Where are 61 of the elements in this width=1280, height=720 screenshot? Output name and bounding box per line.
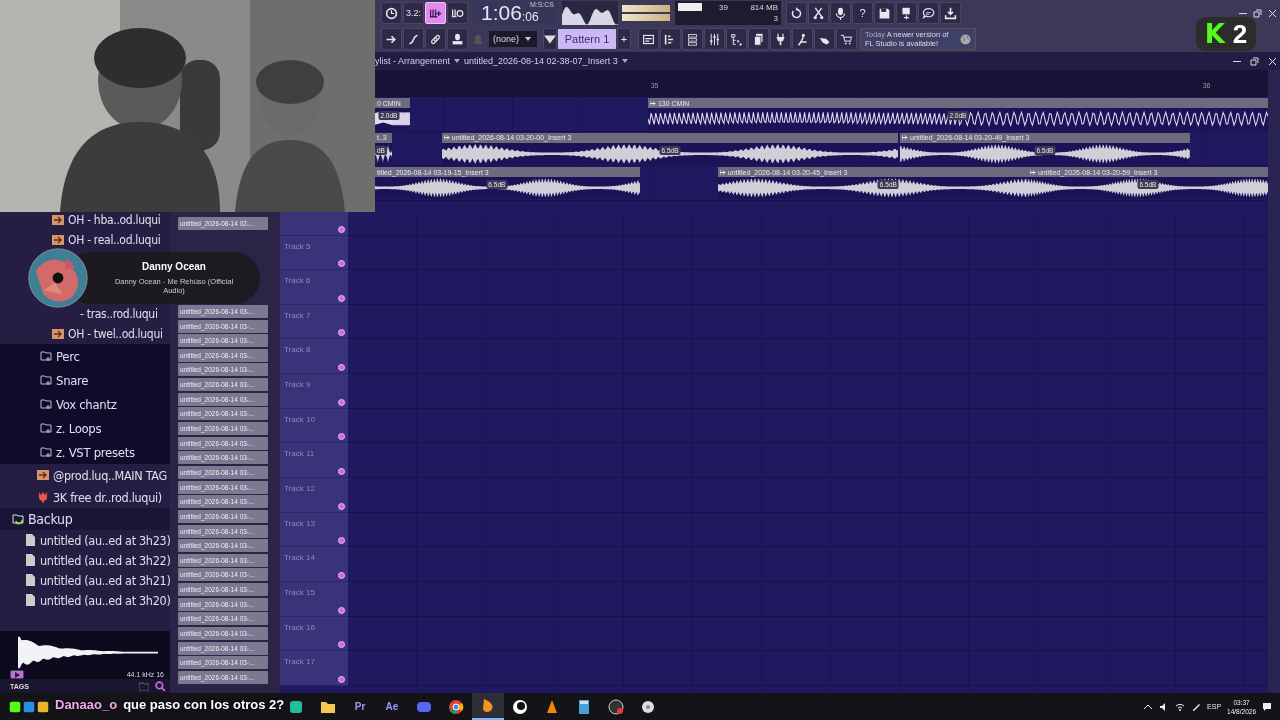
add-pattern-button[interactable]: + [617, 28, 631, 50]
artist-name: Danny Ocean [142, 261, 206, 272]
track-header[interactable]: Track 15 [280, 581, 348, 617]
track-header[interactable]: Track 9 [280, 374, 348, 409]
track-header[interactable]: Track 5 [280, 235, 348, 271]
time-fraction: :06 [521, 10, 539, 24]
toolbar-button[interactable]: ? [852, 2, 873, 24]
track-header[interactable]: Track 10 [280, 408, 348, 444]
file-name[interactable]: OH - twel..od.luqui [68, 327, 163, 341]
memory-value: 814 MB [749, 3, 778, 12]
folder-name[interactable]: z. Loops [56, 420, 102, 436]
track-name: Track 17 [284, 657, 315, 667]
track-name: Track 14 [284, 553, 315, 563]
track-name: Track 13 [284, 518, 315, 528]
mode-button[interactable]: 3.2: [403, 2, 424, 24]
viewer-count: 2 [1232, 18, 1248, 50]
cpu-value: 39 [719, 3, 728, 12]
track-name: Track 16 [284, 622, 315, 632]
file-name[interactable]: 3K free dr..rod.luqui) [53, 489, 162, 505]
track-header[interactable]: Track 16 [280, 616, 348, 652]
track-name: Track 9 [284, 380, 311, 390]
track-name: Track 5 [284, 241, 311, 251]
pattern-selector[interactable]: Pattern 1 [558, 29, 616, 49]
file-name[interactable]: OH - real..od.luqui [68, 233, 161, 247]
logo-letter: K [1204, 19, 1225, 49]
taskbar-button[interactable]: Ae [376, 693, 408, 720]
track-name: Track 7 [284, 310, 311, 320]
window-title: ylist - Arrangement [375, 56, 451, 66]
file-name[interactable]: untitled (au..ed at 3h21) [40, 572, 171, 588]
file-name[interactable]: OH - hba..od.luqui [68, 213, 161, 227]
file-name[interactable]: untitled (au..ed at 3h23) [40, 532, 171, 548]
track-header[interactable]: Track 6 [280, 270, 348, 305]
folder-name[interactable]: Backup [28, 511, 73, 527]
track-name: Track 10 [284, 414, 315, 424]
track-header[interactable]: Track 14 [280, 547, 348, 582]
track-header[interactable]: Track 17 [280, 651, 348, 686]
time-value: 1:06 [481, 2, 522, 24]
file-name[interactable]: untitled (au..ed at 3h22) [40, 552, 171, 568]
track-header[interactable]: Track 11 [280, 443, 348, 479]
taskbar-button[interactable]: Pr [344, 693, 376, 720]
file-name[interactable]: @prod.luq..MAIN TAG [53, 467, 167, 483]
track-name: Track 11 [284, 449, 315, 459]
track-header[interactable]: Track 8 [280, 339, 348, 375]
pattern-name[interactable]: untitled_2026-08-14 02-38-07_Insert 3 [464, 56, 618, 66]
track-header[interactable]: Track 12 [280, 478, 348, 513]
folder-name[interactable]: Perc [56, 348, 80, 364]
polyphony-value: 3 [772, 14, 778, 23]
pattern-dropdown[interactable]: (none) [488, 30, 538, 48]
folder-name[interactable]: Vox chantz [56, 396, 117, 412]
file-name[interactable]: untitled (au..ed at 3h20) [40, 592, 171, 608]
track-name: Track 12 [284, 484, 315, 494]
chat-username: Danaao_o [55, 697, 118, 712]
track-header[interactable]: Track 7 [280, 304, 348, 340]
track-name: Track 15 [284, 587, 315, 597]
track-name: Track 6 [284, 276, 311, 286]
folder-name[interactable]: z. VST presets [56, 444, 135, 460]
track-name: Track 8 [284, 345, 311, 355]
file-name[interactable]: - tras..rod.luqui [80, 307, 158, 321]
chat-message: que paso con los otros 2? [123, 697, 285, 712]
folder-name[interactable]: Snare [56, 372, 89, 388]
track-header[interactable]: Track 13 [280, 512, 348, 548]
